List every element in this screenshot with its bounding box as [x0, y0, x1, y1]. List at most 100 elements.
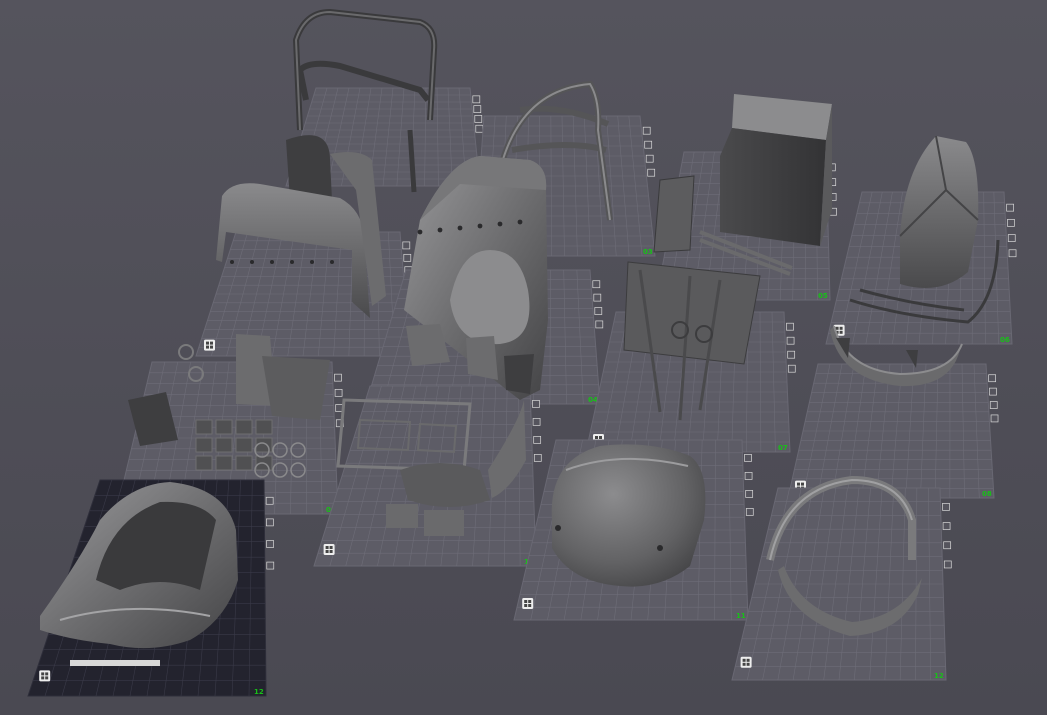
plate-badge-cell: [45, 672, 49, 676]
3d-viewport[interactable]: 01020304050607080910111212: [0, 0, 1047, 715]
plate-tool-icon[interactable]: [266, 561, 275, 570]
shell-hole: [417, 229, 423, 235]
plate-tool-icon[interactable]: [786, 322, 794, 331]
plate-tool-icon[interactable]: [787, 364, 796, 373]
plate-badge-icon[interactable]: [522, 598, 534, 609]
plate-tool-icon[interactable]: [595, 320, 604, 329]
bracket-pad: [386, 504, 418, 528]
plate-settings-icon[interactable]: [744, 454, 754, 516]
plate-badge-cell: [746, 658, 750, 662]
plate-tool-icon[interactable]: [744, 472, 753, 480]
plate-tool-icon[interactable]: [647, 168, 656, 177]
plate-tool-icon[interactable]: [786, 336, 795, 345]
plate-tool-icon[interactable]: [266, 518, 274, 527]
plate-tool-icon[interactable]: [943, 560, 952, 569]
plate-settings-icon[interactable]: [592, 280, 604, 329]
plate-tool-icon[interactable]: [265, 496, 274, 505]
plate-tool-icon[interactable]: [533, 436, 542, 444]
plate-tool-icon[interactable]: [473, 105, 482, 113]
plate-tool-icon[interactable]: [645, 154, 654, 163]
part-gear: [178, 344, 194, 360]
model-main-shell-04[interactable]: [404, 156, 548, 400]
plate-tool-icon[interactable]: [989, 387, 997, 396]
plate-settings-icon[interactable]: [786, 322, 796, 373]
shell-hole: [230, 260, 234, 264]
plate-tool-icon[interactable]: [943, 541, 952, 550]
plate-badge-cell: [742, 662, 746, 666]
part-tile: [235, 437, 253, 453]
shell-hole: [310, 260, 314, 264]
plate-tool-icon[interactable]: [474, 115, 483, 123]
plate-badge-icon[interactable]: [740, 656, 752, 668]
plate-tool-icon[interactable]: [1007, 234, 1016, 242]
plate-tool-icon[interactable]: [942, 503, 950, 511]
rod-frame: [623, 261, 761, 365]
plate-tool-icon[interactable]: [745, 490, 754, 498]
plate-badge-icon[interactable]: [204, 339, 215, 351]
part-tile: [195, 455, 213, 471]
plate-tool-icon[interactable]: [787, 350, 796, 359]
plate-tool-icon[interactable]: [533, 454, 542, 462]
model-visor-11[interactable]: [551, 444, 706, 587]
plate-tool-icon[interactable]: [989, 401, 998, 409]
plate-tool-icon[interactable]: [472, 95, 481, 104]
shell-hole: [497, 221, 503, 227]
plate-tool-icon[interactable]: [532, 400, 540, 408]
plate-number-label: 11: [736, 612, 746, 620]
part-tile: [235, 419, 253, 435]
plate-tool-icon[interactable]: [594, 307, 603, 315]
plate-tool-icon[interactable]: [744, 454, 752, 462]
plate-tool-icon[interactable]: [334, 373, 342, 382]
plate-tool-icon[interactable]: [1006, 203, 1014, 212]
plate-tool-icon[interactable]: [334, 389, 343, 397]
plate-tool-icon[interactable]: [1008, 249, 1017, 258]
plate-settings-icon[interactable]: [988, 374, 999, 423]
plate-tool-icon[interactable]: [990, 414, 999, 423]
plate-tool-icon[interactable]: [592, 280, 601, 289]
part-tile: [215, 419, 233, 435]
visor-hole: [555, 525, 561, 531]
plate-settings-icon[interactable]: [942, 503, 952, 569]
shell-hole: [457, 225, 463, 231]
plate-badge-cell: [41, 672, 45, 676]
plate-number-label: 07: [778, 444, 788, 452]
plate-tool-icon[interactable]: [745, 508, 754, 516]
plate-settings-icon[interactable]: [1006, 203, 1017, 258]
plate-tool-icon[interactable]: [402, 241, 411, 250]
plate-badge-cell: [325, 550, 329, 553]
plate-badge-box: [204, 339, 215, 351]
plate-badge-box: [740, 656, 752, 668]
plate-badge-cell: [742, 658, 746, 662]
plate-tool-icon[interactable]: [266, 540, 274, 548]
plate-tool-icon[interactable]: [593, 293, 602, 302]
plate-tool-icon[interactable]: [942, 522, 951, 530]
shell-hole: [330, 260, 334, 264]
build-plate-scene[interactable]: 01020304050607080910111212: [0, 0, 1047, 715]
plate-badge-cell: [599, 436, 602, 439]
plate-tool-icon[interactable]: [403, 253, 412, 262]
plate-badge-icon[interactable]: [39, 670, 51, 682]
bracket-plate: [400, 463, 490, 507]
plate-badge-cell: [206, 345, 209, 349]
plate-badge-cell: [835, 326, 839, 330]
plate-settings-icon[interactable]: [532, 400, 542, 462]
plate-badge-box: [323, 544, 335, 555]
plate-tool-icon[interactable]: [532, 418, 541, 426]
plate-tool-icon[interactable]: [642, 126, 651, 135]
plate-badge-icon[interactable]: [323, 544, 335, 555]
plate-tool-icon[interactable]: [988, 374, 996, 383]
plate-badge-cell: [746, 662, 750, 666]
plate-badge-box: [522, 598, 534, 609]
part-tile: [195, 419, 213, 435]
plate-number-label: 03: [643, 248, 653, 256]
plate-badge-cell: [524, 600, 528, 603]
part-tile: [235, 455, 253, 471]
plate-badge-cell: [801, 482, 804, 486]
plate-tool-icon[interactable]: [475, 124, 484, 133]
plate-badge-cell: [528, 604, 532, 607]
shell-piece: [504, 354, 534, 394]
plate-number-label: 12: [934, 672, 944, 680]
plate-tool-icon[interactable]: [1007, 219, 1015, 227]
build-plate[interactable]: 12: [731, 487, 952, 681]
plate-tool-icon[interactable]: [644, 140, 653, 149]
